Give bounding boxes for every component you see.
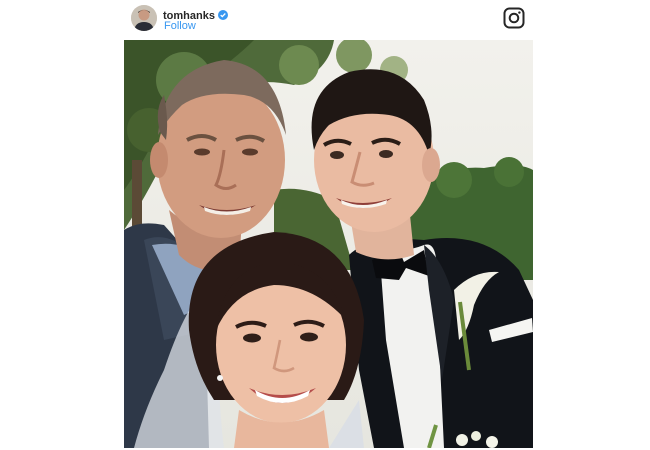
post-header: tomhanks Follow bbox=[123, 0, 534, 40]
instagram-icon[interactable] bbox=[503, 7, 525, 29]
post-photo[interactable] bbox=[124, 40, 533, 448]
instagram-embed: tomhanks Follow bbox=[123, 0, 534, 450]
verified-badge-icon bbox=[215, 7, 228, 25]
follow-button[interactable]: Follow bbox=[164, 20, 196, 32]
wedding-selfie-photo bbox=[124, 40, 533, 448]
profile-avatar[interactable] bbox=[131, 5, 157, 31]
avatar-image bbox=[131, 5, 157, 31]
